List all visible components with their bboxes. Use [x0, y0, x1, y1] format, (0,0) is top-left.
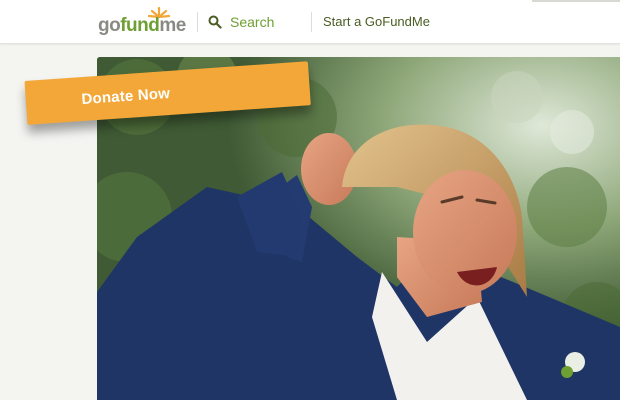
header-divider — [197, 12, 198, 32]
logo-me: me — [159, 15, 186, 36]
logo-fund: fund — [120, 15, 160, 36]
donate-now-label: Donate Now — [80, 84, 171, 108]
search-label: Search — [230, 14, 275, 30]
search-icon — [208, 15, 222, 29]
top-header: gofundme Search Start a GoFundMe — [0, 0, 620, 44]
header-divider — [311, 12, 312, 32]
search-button[interactable]: Search — [208, 13, 274, 31]
start-gofundme-link[interactable]: Start a GoFundMe — [323, 14, 430, 29]
logo-go: go — [98, 15, 121, 36]
header-edge-line — [532, 0, 620, 2]
